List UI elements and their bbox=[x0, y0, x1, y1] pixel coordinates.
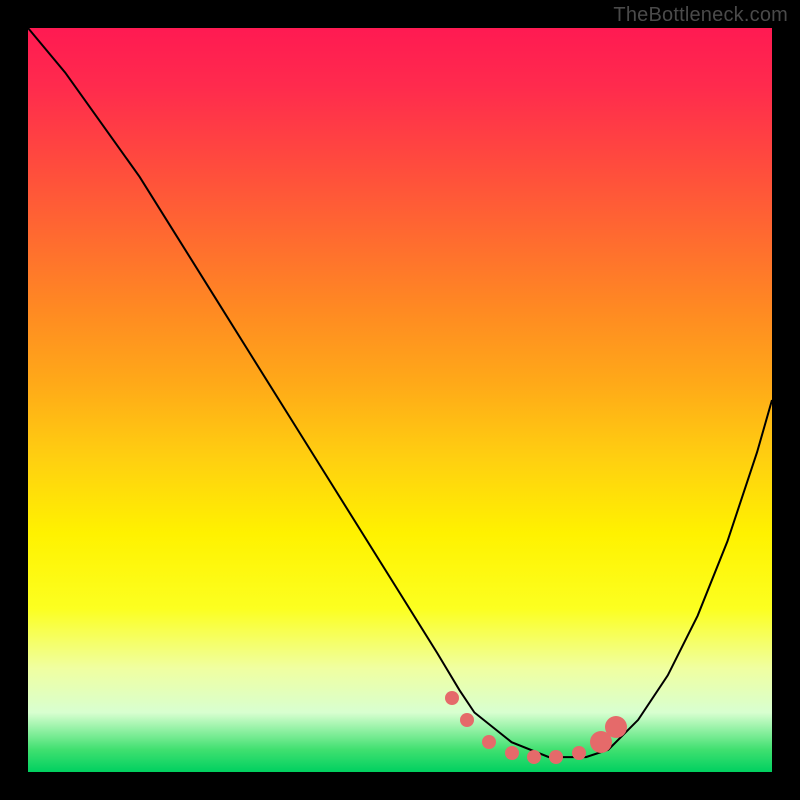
chart-plot-area bbox=[28, 28, 772, 772]
marker-dot bbox=[572, 746, 586, 760]
marker-dot bbox=[590, 731, 612, 753]
marker-dot bbox=[482, 735, 496, 749]
bottleneck-curve bbox=[28, 28, 772, 772]
optimal-region-markers bbox=[28, 28, 772, 772]
marker-dot bbox=[460, 713, 474, 727]
marker-dot bbox=[549, 750, 563, 764]
marker-dot bbox=[505, 746, 519, 760]
marker-dot bbox=[445, 691, 459, 705]
marker-dot bbox=[527, 750, 541, 764]
watermark-text: TheBottleneck.com bbox=[613, 4, 788, 27]
marker-dot bbox=[605, 716, 627, 738]
